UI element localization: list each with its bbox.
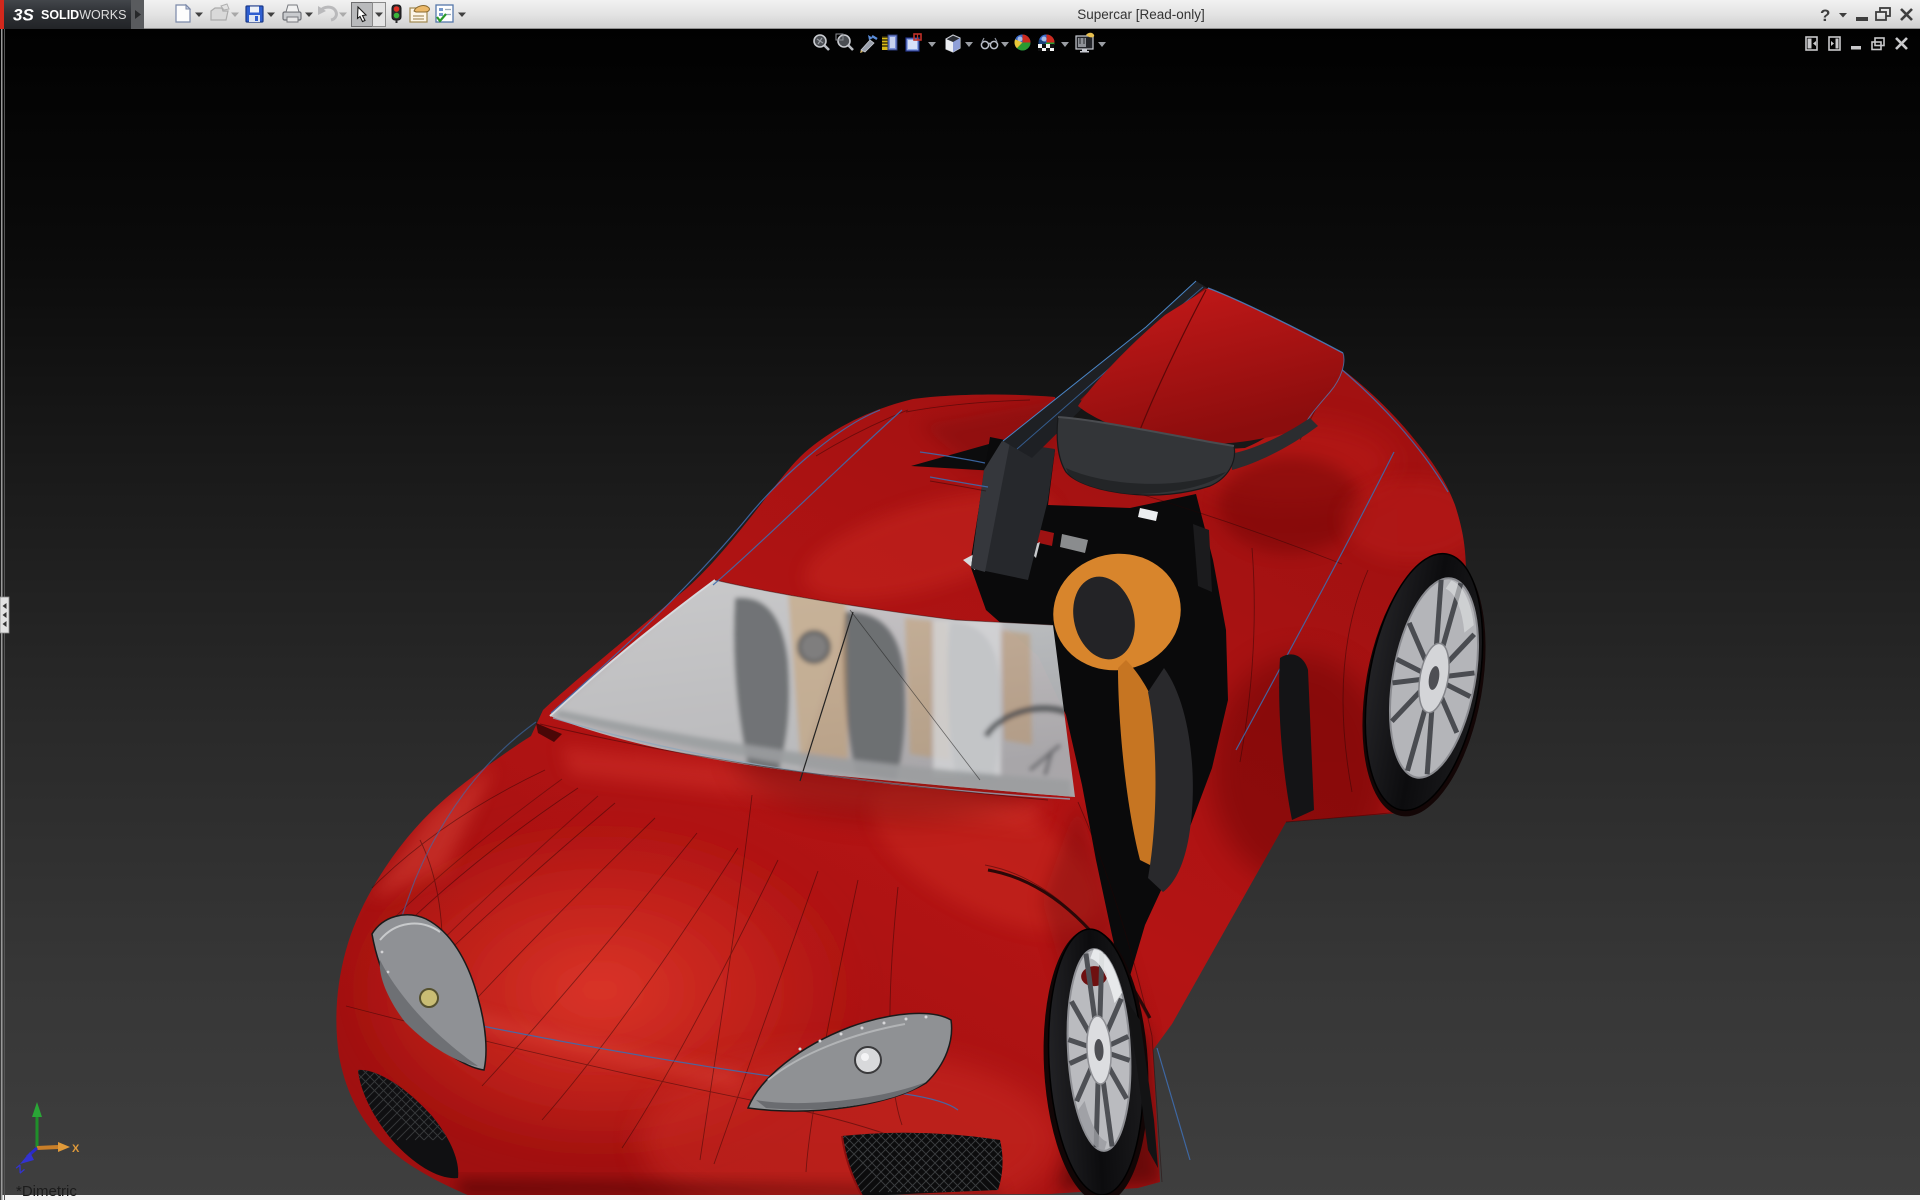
svg-text:3S: 3S: [13, 6, 34, 25]
svg-text:?: ?: [1820, 6, 1830, 25]
svg-text:Supercar [Read-only]: Supercar [Read-only]: [1077, 7, 1205, 22]
svg-text:*Dimetric: *Dimetric: [16, 1183, 77, 1200]
svg-text:SOLIDWORKS: SOLIDWORKS: [41, 8, 126, 22]
svg-text:X: X: [72, 1143, 80, 1155]
